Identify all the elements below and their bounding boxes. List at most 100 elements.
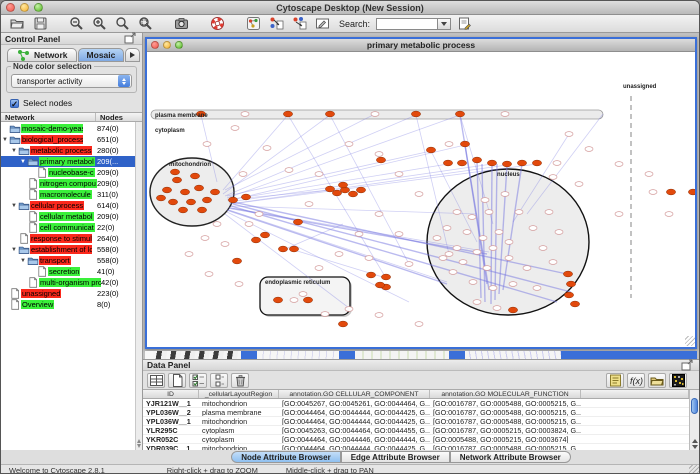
tab-overflow-button[interactable] <box>125 48 140 62</box>
node-selected-orange[interactable] <box>508 307 517 313</box>
snapshot-button[interactable] <box>171 16 191 32</box>
node[interactable] <box>479 236 487 241</box>
node-selected-orange[interactable] <box>570 301 579 307</box>
node[interactable] <box>473 300 481 305</box>
node-selected-orange[interactable] <box>332 190 341 196</box>
node[interactable] <box>231 126 239 131</box>
app-titlebar[interactable]: Cytoscape Desktop (New Session) <box>1 1 699 15</box>
search-config-button[interactable] <box>454 16 474 32</box>
node-selected-orange[interactable] <box>186 199 195 205</box>
node[interactable] <box>523 266 531 271</box>
scrollbar-thumb[interactable] <box>691 398 698 414</box>
select-nodes-checkbox[interactable]: ✓ <box>10 99 19 108</box>
node[interactable] <box>473 250 481 255</box>
formula-button[interactable]: f(x) <box>627 373 645 388</box>
node[interactable] <box>315 266 323 271</box>
delete-attribute-button[interactable] <box>231 373 249 388</box>
tab-network[interactable]: Network <box>7 48 77 62</box>
node-selected-orange[interactable] <box>348 191 357 197</box>
node-selected-orange[interactable] <box>564 292 573 298</box>
tree-item[interactable]: nitrogen compou209(0) <box>1 178 135 189</box>
node-selected-orange[interactable] <box>411 111 420 117</box>
node-selected-orange[interactable] <box>376 157 385 163</box>
node-selected-orange[interactable] <box>202 197 211 203</box>
node-selected-orange[interactable] <box>502 161 511 167</box>
node[interactable] <box>645 172 653 177</box>
node-selected-orange[interactable] <box>563 271 572 277</box>
node[interactable] <box>565 132 573 137</box>
node-selected-orange[interactable] <box>688 189 695 195</box>
apply-layout-button[interactable] <box>266 16 286 32</box>
node[interactable] <box>585 147 593 152</box>
table-row[interactable]: YLR295Ccytoplasm[GO:0045263, GO:0044464,… <box>143 426 689 435</box>
node[interactable] <box>365 256 373 261</box>
node[interactable] <box>615 162 623 167</box>
node[interactable] <box>549 260 557 265</box>
node[interactable] <box>489 286 497 291</box>
network-view-window[interactable]: primary metabolic process plasma membran… <box>145 37 697 349</box>
node[interactable] <box>553 161 561 166</box>
zoom-fit-button[interactable] <box>112 16 132 32</box>
node-selected-orange[interactable] <box>472 157 481 163</box>
node[interactable] <box>355 232 363 237</box>
view-resize-grip[interactable] <box>685 336 695 346</box>
node-selected-orange[interactable] <box>232 258 241 264</box>
node[interactable] <box>345 142 353 147</box>
node-selected-orange[interactable] <box>455 111 464 117</box>
node-selected-orange[interactable] <box>190 173 199 179</box>
node-selected-orange[interactable] <box>170 169 179 175</box>
node[interactable] <box>555 230 563 235</box>
node[interactable] <box>493 306 501 311</box>
node[interactable] <box>481 198 489 203</box>
node-selected-orange[interactable] <box>260 232 269 238</box>
node[interactable] <box>415 322 423 327</box>
node-selected-orange[interactable] <box>210 189 219 195</box>
node-selected-orange[interactable] <box>356 187 365 193</box>
table-row[interactable]: YKR052Ccytoplasm[GO:0044464, GO:0044446,… <box>143 435 689 444</box>
node[interactable] <box>415 192 423 197</box>
node[interactable] <box>529 226 537 231</box>
float-panel-icon[interactable] <box>123 31 138 46</box>
node-selected-orange[interactable] <box>325 111 334 117</box>
network-overview-button[interactable] <box>243 16 263 32</box>
column-nodes[interactable]: Nodes <box>96 113 142 121</box>
node[interactable] <box>241 112 249 117</box>
node[interactable] <box>615 212 623 217</box>
tree-item[interactable]: mosaic-demo-yeast874(0) <box>1 123 135 134</box>
node-selected-orange[interactable] <box>338 321 347 327</box>
node[interactable] <box>463 230 471 235</box>
node[interactable] <box>221 242 229 247</box>
zoom-out-button[interactable] <box>66 16 86 32</box>
node[interactable] <box>433 236 441 241</box>
node-selected-orange[interactable] <box>517 160 526 166</box>
node[interactable] <box>495 230 503 235</box>
attribute-table[interactable]: ID_cellularLayoutRegionannotation.GO CEL… <box>143 390 689 450</box>
node[interactable] <box>345 307 353 312</box>
tree-expander-icon[interactable]: ▼ <box>1 137 9 143</box>
table-row[interactable]: YPL036W__2plasma membrane[GO:0044464, GO… <box>143 408 689 417</box>
table-row[interactable]: YJR121W__1mitochondrion[GO:0045267, GO:0… <box>143 399 689 408</box>
table-scrollbar[interactable] <box>689 390 699 450</box>
node[interactable] <box>371 112 379 117</box>
window-resize-grip[interactable] <box>689 465 699 474</box>
node[interactable] <box>468 215 476 220</box>
node-selected-orange[interactable] <box>426 147 435 153</box>
node-selected-orange[interactable] <box>532 160 541 166</box>
new-attribute-button[interactable] <box>168 373 186 388</box>
tree-item[interactable]: ▼metabolic process280(0) <box>1 145 135 156</box>
column-header[interactable]: _cellularLayoutRegion <box>199 390 279 398</box>
node[interactable] <box>449 270 457 275</box>
node-selected-orange[interactable] <box>241 194 250 200</box>
node-selected-orange[interactable] <box>283 111 292 117</box>
node[interactable] <box>469 280 477 285</box>
node[interactable] <box>395 232 403 237</box>
node[interactable] <box>239 172 247 177</box>
node-selected-orange[interactable] <box>178 207 187 213</box>
apply-layout-alt-button[interactable] <box>289 16 309 32</box>
node[interactable] <box>485 210 493 215</box>
tab-node-attribute-browser[interactable]: Node Attribute Browser <box>231 451 341 463</box>
table-row[interactable]: YPL036W__1mitochondrion[GO:0044464, GO:0… <box>143 417 689 426</box>
tree-item[interactable]: ▼cellular process614(0) <box>1 200 135 211</box>
tree-expander-icon[interactable]: ▼ <box>19 258 27 264</box>
node[interactable] <box>501 192 509 197</box>
